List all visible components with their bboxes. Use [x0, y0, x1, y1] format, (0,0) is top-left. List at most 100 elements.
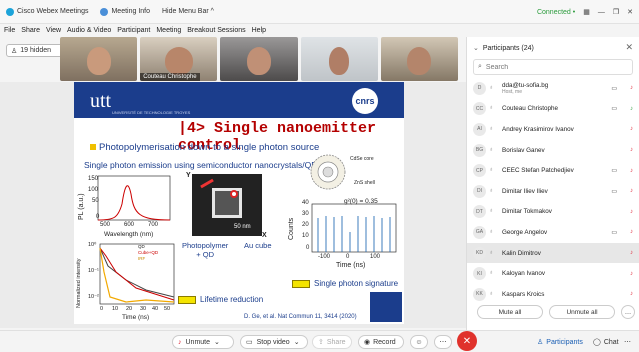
mic-icon: ♁: [489, 146, 494, 153]
chevron-down-icon: ⌄: [214, 339, 220, 346]
counts-xtick: -100: [318, 254, 331, 260]
decay-ylabel: Normalized intensity: [76, 258, 82, 308]
more-panels-icon[interactable]: ⋯: [624, 335, 636, 349]
slide-bullet: Photopolymerisation down to a single pho…: [90, 142, 319, 153]
counts-ytick: 20: [302, 222, 309, 228]
chevron-down-icon[interactable]: ⌄: [473, 44, 479, 52]
participant-list: D ♁ dda@tu-sofia.bg Host, me ▭ ♪ CC ♁ Cou…: [467, 78, 639, 305]
mic-muted-icon: ♪: [630, 147, 633, 154]
participant-search[interactable]: ⌕: [473, 59, 633, 75]
video-thumbnail[interactable]: [300, 37, 378, 81]
title-bar: Cisco Webex Meetings Meeting Info Hide M…: [0, 0, 639, 24]
record-icon: ◉: [364, 339, 371, 346]
record-button[interactable]: ◉ Record: [358, 335, 404, 349]
list-item[interactable]: GA ♁ George Angelov ▭ ♪: [467, 222, 639, 243]
decay-ytick: 10⁰: [88, 242, 97, 248]
restore-icon[interactable]: ❐: [613, 8, 619, 16]
menu-participant[interactable]: Participant: [117, 27, 150, 34]
list-item[interactable]: KK ♁ Kaspars Kroics ♪: [467, 284, 639, 305]
menu-share[interactable]: Share: [21, 27, 40, 34]
counts-ytick: 10: [302, 233, 309, 239]
decay-plot: [99, 243, 175, 305]
mic-icon: ♁: [489, 105, 494, 112]
list-item[interactable]: KD ♁ Kalin Dimitrov ♪: [467, 242, 639, 264]
decay-xtick: 50: [164, 306, 171, 312]
meeting-info-button[interactable]: Meeting Info: [100, 7, 150, 16]
layout-icon[interactable]: ▦: [583, 8, 590, 16]
mic-muted-icon: ♪: [630, 270, 633, 277]
lifetime-arrow-icon: [178, 296, 196, 304]
chat-icon: ◯: [593, 339, 601, 346]
list-item[interactable]: BG ♁ Borislav Ganev ♪: [467, 140, 639, 161]
signature-arrow-icon: [292, 280, 310, 288]
mic-icon: ♁: [489, 125, 494, 132]
close-icon[interactable]: ✕: [627, 8, 633, 16]
menu-help[interactable]: Help: [252, 27, 266, 34]
mic-muted-icon: ♪: [630, 250, 633, 257]
menu-view[interactable]: View: [46, 27, 61, 34]
minimize-icon[interactable]: —: [598, 9, 605, 16]
mic-muted-icon: ♪: [178, 338, 182, 346]
hide-menu-bar-button[interactable]: Hide Menu Bar ^: [162, 8, 214, 15]
list-item[interactable]: AI ♁ Andrey Krasimirov Ivanov ♪: [467, 119, 639, 140]
more-options-icon[interactable]: ⋯: [434, 335, 452, 349]
list-item[interactable]: CC ♁ Couteau Christophe ▭ ♪: [467, 99, 639, 120]
avatar: KI: [473, 267, 486, 281]
mic-icon: ♁: [489, 270, 494, 277]
counts-xtick: 0: [346, 254, 350, 260]
more-options-icon[interactable]: …: [621, 305, 635, 319]
video-icon: ▭: [611, 229, 617, 236]
unmute-all-button[interactable]: Unmute all: [549, 305, 615, 319]
search-input[interactable]: [485, 63, 606, 71]
participants-panel: ⌄ Participants (24) ✕ ⌕ D ♁ dda@tu-sofia…: [466, 37, 639, 352]
pl-ylabel: PL (a.u.): [78, 193, 85, 220]
emoji-reaction-icon[interactable]: ☺: [410, 335, 428, 349]
pl-xlabel: Wavelength (nm): [104, 231, 154, 238]
share-button[interactable]: ⇪ Share: [312, 335, 352, 349]
participant-name: Andrey Krasimirov Ivanov: [502, 125, 574, 133]
pl-ytick: 150: [88, 176, 99, 182]
pl-ytick: 50: [92, 198, 99, 204]
mic-active-icon: ♪: [630, 105, 633, 112]
video-thumbnail[interactable]: [380, 37, 459, 81]
menu-audio-video[interactable]: Audio & Video: [67, 27, 111, 34]
menu-breakout-sessions[interactable]: Breakout Sessions: [187, 27, 245, 34]
list-item[interactable]: KI ♁ Kaloyan Ivanov ♪: [467, 263, 639, 284]
participant-name: Couteau Christophe: [502, 105, 559, 113]
video-thumbnail[interactable]: [60, 37, 138, 81]
hidden-participants-button[interactable]: ♙ 19 hidden: [6, 44, 64, 57]
avatar: KD: [473, 246, 486, 260]
mute-all-button[interactable]: Mute all: [477, 305, 543, 319]
list-item[interactable]: CP ♁ CEEC Stefan Patchedjiev ▭ ♪: [467, 160, 639, 181]
person-icon: ♙: [11, 47, 18, 55]
g2-counts-plot: [311, 203, 397, 253]
decay-xtick: 10: [112, 306, 119, 312]
list-item[interactable]: DT ♁ Dimitar Tokmakov ♪: [467, 202, 639, 223]
decay-legend-cube: Cube+QD: [138, 250, 159, 255]
video-thumbnail[interactable]: [220, 37, 298, 81]
shared-slide: utt UNIVERSITÉ DE TECHNOLOGIE TROYES cnr…: [74, 82, 404, 324]
avatar: AI: [473, 122, 486, 136]
x-axis-label: X: [262, 232, 267, 239]
participants-header: ⌄ Participants (24) ✕: [473, 42, 633, 53]
menu-file[interactable]: File: [4, 27, 15, 34]
list-item[interactable]: D ♁ dda@tu-sofia.bg Host, me ▭ ♪: [467, 78, 639, 99]
menu-meeting[interactable]: Meeting: [156, 27, 181, 34]
end-meeting-button[interactable]: ✕: [457, 331, 477, 351]
video-thumbnail[interactable]: Couteau Christophe: [140, 37, 218, 81]
unmute-button[interactable]: ♪ Unmute ⌄: [172, 335, 234, 349]
pl-ytick: 100: [88, 187, 99, 193]
participant-video: [247, 47, 271, 75]
counts-ytick: 0: [306, 245, 310, 251]
close-panel-icon[interactable]: ✕: [625, 42, 633, 53]
chat-toggle-button[interactable]: ◯ Chat: [588, 335, 622, 349]
avatar: CC: [473, 102, 486, 116]
video-icon: ▭: [611, 106, 617, 113]
connection-status: Connected •: [536, 8, 576, 16]
list-item[interactable]: DI ♁ Dimitar Iliev Iliev ▭ ♪: [467, 181, 639, 202]
participant-name: dda@tu-sofia.bg Host, me: [502, 81, 549, 95]
decay-xtick: 40: [152, 306, 159, 312]
stop-video-button[interactable]: ▭ Stop video ⌄: [240, 335, 308, 349]
participants-toggle-button[interactable]: ♙ Participants: [532, 335, 584, 349]
avatar: BG: [473, 143, 486, 157]
